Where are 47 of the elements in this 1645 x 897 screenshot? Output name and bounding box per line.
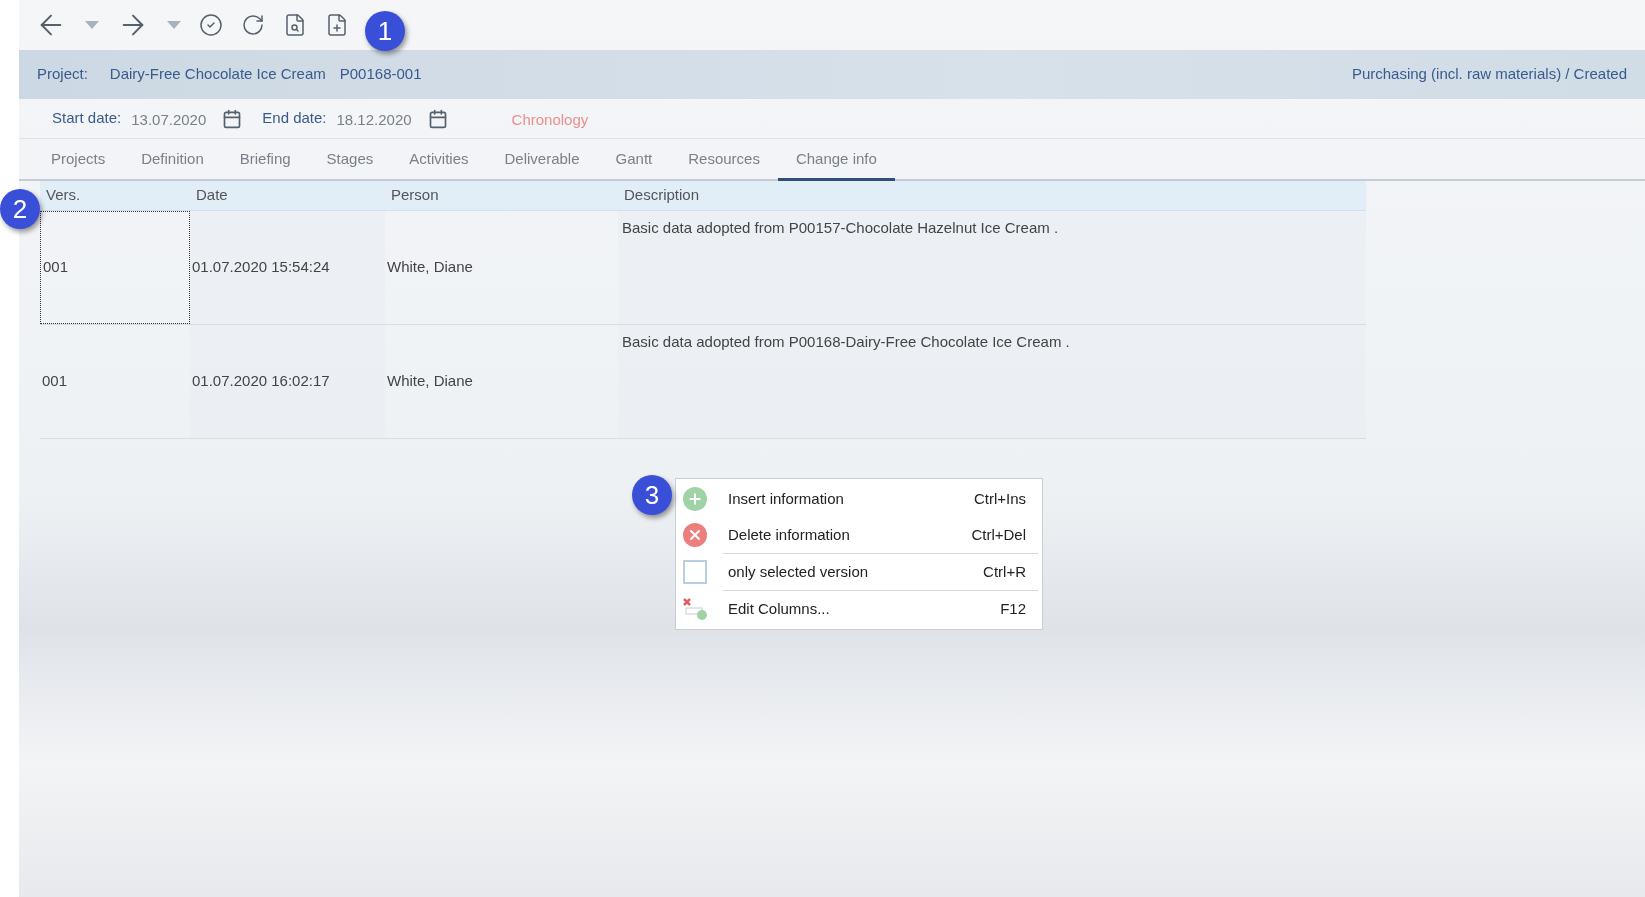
column-header: Vers. — [46, 185, 81, 206]
column-header: Description — [624, 185, 700, 206]
project-status: Purchasing (incl. raw materials) / Created — [1351, 64, 1627, 85]
tab[interactable]: Deliverable — [486, 141, 598, 181]
add-icon — [683, 487, 707, 511]
tab[interactable]: Briefing — [221, 141, 309, 181]
column-header: Person — [391, 185, 439, 206]
project-name: Dairy-Free Chocolate Ice Cream — [109, 64, 326, 85]
shortcut-label: F12 — [1000, 598, 1026, 619]
tab[interactable]: Stages — [308, 141, 392, 181]
menu-item[interactable]: Edit Columns... F12 — [676, 590, 1042, 627]
chronology-link[interactable]: Chronology — [511, 109, 589, 132]
menu-item[interactable]: Insert information Ctrl+Ins — [676, 481, 1042, 517]
callout-badge: 2 — [0, 189, 40, 229]
start-date-value: 13.07.2020 — [131, 110, 207, 131]
end-date-value: 18.12.2020 — [336, 110, 412, 131]
tab[interactable]: Gantt — [597, 141, 671, 181]
end-date-label: End date: — [262, 108, 327, 129]
delete-icon — [683, 523, 707, 547]
edit-columns-icon — [682, 597, 708, 621]
shortcut-label: Ctrl+R — [983, 561, 1026, 582]
calendar-icon[interactable] — [222, 108, 243, 129]
document-add-icon[interactable] — [325, 13, 349, 37]
start-date-label: Start date: — [52, 108, 122, 129]
table-cell-text: 001 — [41, 371, 69, 392]
tab[interactable]: Definition — [123, 141, 222, 181]
tab[interactable]: Projects — [33, 141, 124, 181]
menu-item[interactable]: Delete information Ctrl+Del — [676, 517, 1042, 553]
check-circle-icon[interactable] — [199, 13, 223, 37]
tab[interactable]: Activities — [391, 141, 487, 181]
table-cell: Basic data adopted from P00157-Chocolate Hazelnut Ice Cream . — [618, 211, 1366, 324]
calendar-icon[interactable] — [427, 108, 448, 129]
tab[interactable]: Resources — [670, 141, 778, 181]
shortcut-label: Ctrl+Ins — [973, 488, 1026, 509]
table-cell: 01.07.2020 16:02:17 — [190, 325, 385, 438]
table-cell-text: White, Diane — [386, 371, 474, 392]
refresh-icon[interactable] — [241, 13, 265, 37]
table-cell: 01.07.2020 15:54:24 — [190, 211, 385, 324]
table-cell-text: White, Diane — [386, 257, 474, 278]
project-number: P00168-001 — [339, 64, 422, 85]
menu-item[interactable]: only selected version Ctrl+R — [676, 553, 1042, 590]
checkbox[interactable] — [683, 560, 707, 584]
project-label: Project: — [37, 64, 88, 85]
document-search-icon[interactable] — [283, 13, 307, 37]
shortcut-label: Ctrl+Del — [971, 524, 1026, 545]
table-cell: Basic data adopted from P00168-Dairy-Free Chocolate Ice Cream . — [618, 325, 1366, 438]
column-header: Date — [196, 185, 228, 206]
